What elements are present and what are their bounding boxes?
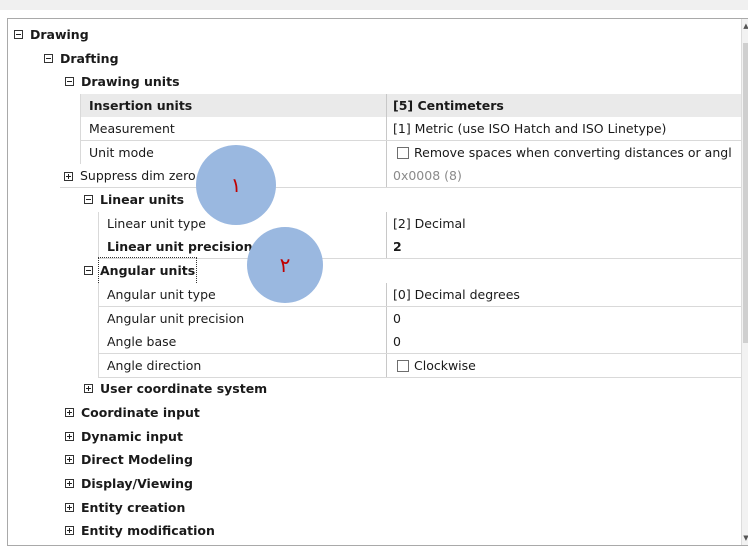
property-value[interactable]: [2] Decimal — [386, 212, 748, 235]
property-row-angle-base[interactable]: Angle base 0 — [98, 330, 748, 354]
tree-node-label: User coordinate system — [100, 381, 268, 396]
property-row-insertion-units[interactable]: Insertion units [5] Centimeters — [80, 94, 748, 118]
scrollbar-thumb[interactable] — [743, 43, 748, 343]
property-label: Angle direction — [98, 354, 386, 377]
property-value[interactable]: 0x0008 (8) — [386, 164, 748, 187]
tree-node-label: Drawing units — [81, 74, 180, 89]
tree-node-coordinate-input[interactable]: Coordinate input — [65, 401, 200, 425]
tree-node-user-coordinate-system[interactable]: User coordinate system — [84, 377, 267, 401]
property-row-angle-direction[interactable]: Angle direction Clockwise — [98, 354, 748, 378]
tree-node-entity-modification[interactable]: Entity modification — [65, 519, 215, 543]
property-value[interactable]: 0 — [386, 307, 748, 330]
property-row-suppress-dim-zero[interactable]: Suppress dim zero 0x0008 (8) — [60, 164, 748, 188]
property-value[interactable]: 0 — [386, 330, 748, 353]
property-value[interactable]: 2 — [386, 235, 748, 258]
annotation-marker-1: ١ — [196, 145, 276, 225]
tree-node-entity-creation[interactable]: Entity creation — [65, 496, 185, 520]
property-row-unit-mode[interactable]: Unit mode Remove spaces when converting … — [80, 141, 748, 165]
tree-node-label: Entity modification — [81, 523, 215, 538]
checkbox-label: Clockwise — [414, 358, 476, 373]
tree-node-drafting[interactable]: Drafting — [44, 47, 119, 71]
tree-node-linear-units[interactable]: Linear units — [84, 188, 184, 212]
tree-node-drawing[interactable]: Drawing — [14, 23, 89, 47]
property-label: Angular unit precision — [98, 307, 386, 330]
tree-node-label: Drafting — [60, 51, 119, 66]
expand-icon[interactable] — [65, 503, 74, 513]
tree-node-label: Dynamic input — [81, 429, 183, 444]
property-label: Measurement — [80, 117, 386, 140]
property-value[interactable]: [1] Metric (use ISO Hatch and ISO Linety… — [386, 117, 748, 140]
collapse-icon[interactable] — [65, 77, 74, 87]
tree-node-display-viewing[interactable]: Display/Viewing — [65, 472, 193, 496]
tree-node-label: Linear units — [100, 192, 185, 207]
tree-node-dynamic-input[interactable]: Dynamic input — [65, 425, 183, 449]
annotation-marker-2: ٢ — [247, 227, 323, 303]
tree-node-label: Display/Viewing — [81, 476, 193, 491]
expand-icon[interactable] — [65, 479, 74, 489]
tree-node-label: Entity creation — [81, 500, 186, 515]
tree-node-angular-units[interactable]: Angular units — [84, 257, 198, 285]
property-value: Remove spaces when converting distances … — [386, 141, 748, 164]
vertical-scrollbar[interactable]: ▲ ▼ — [741, 19, 748, 545]
expand-icon[interactable] — [64, 172, 73, 181]
tree-node-label: Coordinate input — [81, 405, 200, 420]
property-row-linear-unit-type[interactable]: Linear unit type [2] Decimal — [98, 212, 748, 236]
expand-icon[interactable] — [65, 455, 74, 465]
tree-node-direct-modeling[interactable]: Direct Modeling — [65, 448, 193, 472]
scroll-down-arrow-icon[interactable]: ▼ — [742, 533, 748, 543]
tree-node-drawing-units[interactable]: Drawing units — [65, 70, 180, 94]
property-value[interactable]: [5] Centimeters — [386, 94, 748, 117]
tree-node-label: Drawing — [30, 27, 89, 42]
property-label: Linear unit precision — [98, 235, 386, 258]
collapse-icon[interactable] — [44, 54, 53, 64]
clockwise-checkbox[interactable] — [397, 360, 409, 372]
expand-icon[interactable] — [65, 526, 74, 536]
property-value: Clockwise — [386, 354, 748, 377]
expand-icon[interactable] — [65, 432, 74, 442]
window-top-strip — [0, 0, 748, 10]
tree-node-label: Angular units — [97, 257, 198, 285]
checkbox-label: Remove spaces when converting distances … — [414, 145, 732, 160]
property-label: Angle base — [98, 330, 386, 353]
property-row-angular-unit-type[interactable]: Angular unit type [0] Decimal degrees — [98, 283, 748, 307]
property-value[interactable]: [0] Decimal degrees — [386, 283, 748, 306]
scroll-up-arrow-icon[interactable]: ▲ — [742, 21, 748, 31]
tree-node-label: Direct Modeling — [81, 452, 193, 467]
collapse-icon[interactable] — [84, 195, 93, 205]
property-row-angular-unit-precision[interactable]: Angular unit precision 0 — [98, 307, 748, 331]
unit-mode-checkbox[interactable] — [397, 147, 409, 159]
properties-panel: Drawing Drafting Drawing units Insertion… — [7, 18, 748, 546]
property-row-measurement[interactable]: Measurement [1] Metric (use ISO Hatch an… — [80, 117, 748, 141]
expand-icon[interactable] — [84, 384, 93, 394]
expand-icon[interactable] — [65, 408, 74, 418]
property-label: Insertion units — [80, 94, 386, 117]
collapse-icon[interactable] — [14, 30, 23, 40]
property-label: Angular unit type — [98, 283, 386, 306]
collapse-icon[interactable] — [84, 266, 93, 276]
property-row-linear-unit-precision[interactable]: Linear unit precision 2 — [98, 235, 748, 259]
